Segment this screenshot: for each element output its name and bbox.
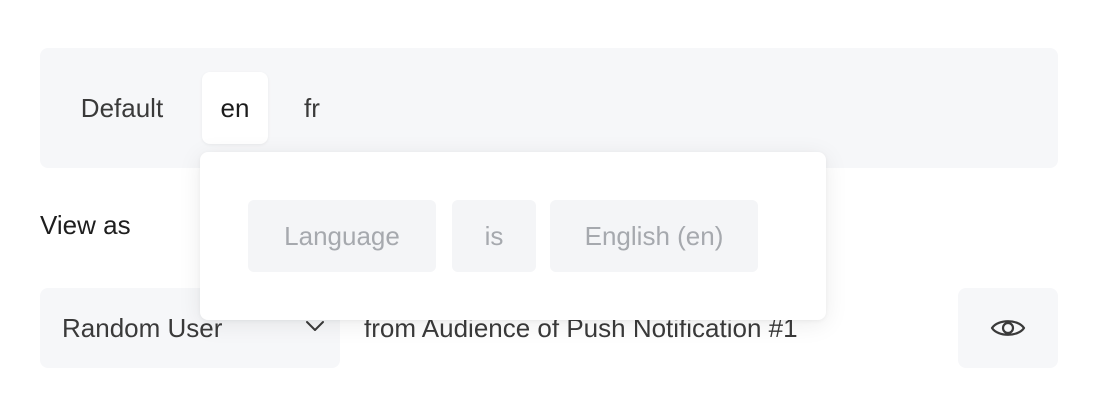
tab-fr[interactable]: fr bbox=[284, 72, 340, 144]
user-select-value: Random User bbox=[62, 312, 223, 343]
localization-preview-panel: Default en fr View as Random User from A… bbox=[0, 0, 1100, 414]
tab-en[interactable]: en bbox=[202, 72, 268, 144]
language-rule-popover: Language is English (en) bbox=[200, 152, 826, 320]
chevron-down-icon bbox=[306, 321, 324, 331]
view-as-label: View as bbox=[40, 210, 131, 240]
tab-default[interactable]: Default bbox=[60, 72, 184, 144]
rule-operator-chip: is bbox=[452, 200, 536, 272]
eye-icon bbox=[990, 320, 1026, 336]
rule-field-chip: Language bbox=[248, 200, 436, 272]
rule-value-chip: English (en) bbox=[550, 200, 758, 272]
preview-button[interactable] bbox=[958, 288, 1058, 368]
language-tabs: Default en fr bbox=[40, 48, 1058, 168]
